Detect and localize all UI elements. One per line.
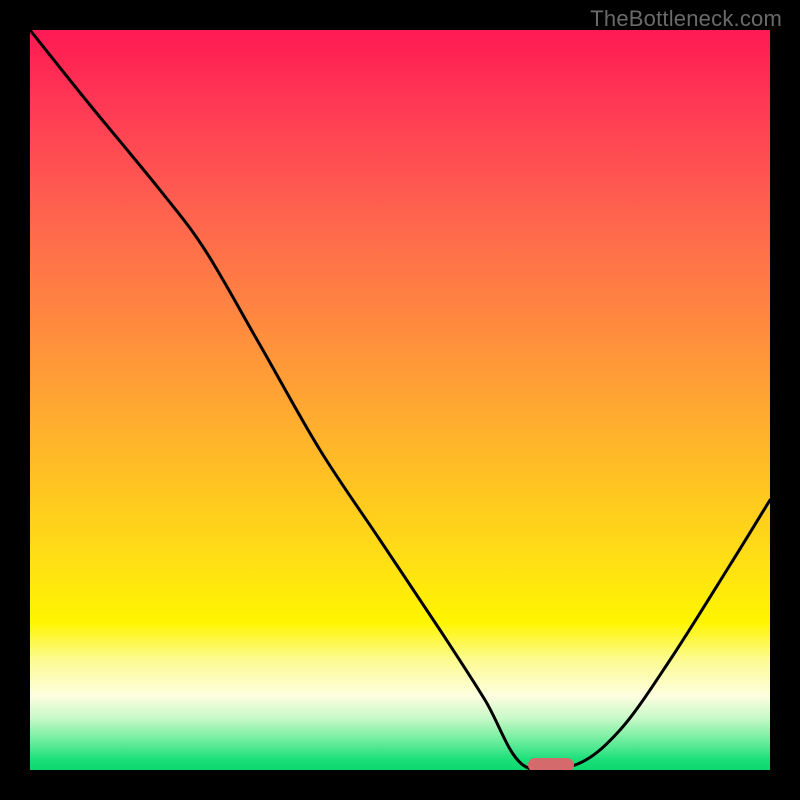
watermark-text: TheBottleneck.com xyxy=(590,6,782,32)
bottleneck-curve xyxy=(30,30,770,770)
chart-frame: TheBottleneck.com xyxy=(0,0,800,800)
optimal-marker xyxy=(528,758,574,770)
plot-area xyxy=(30,30,770,770)
